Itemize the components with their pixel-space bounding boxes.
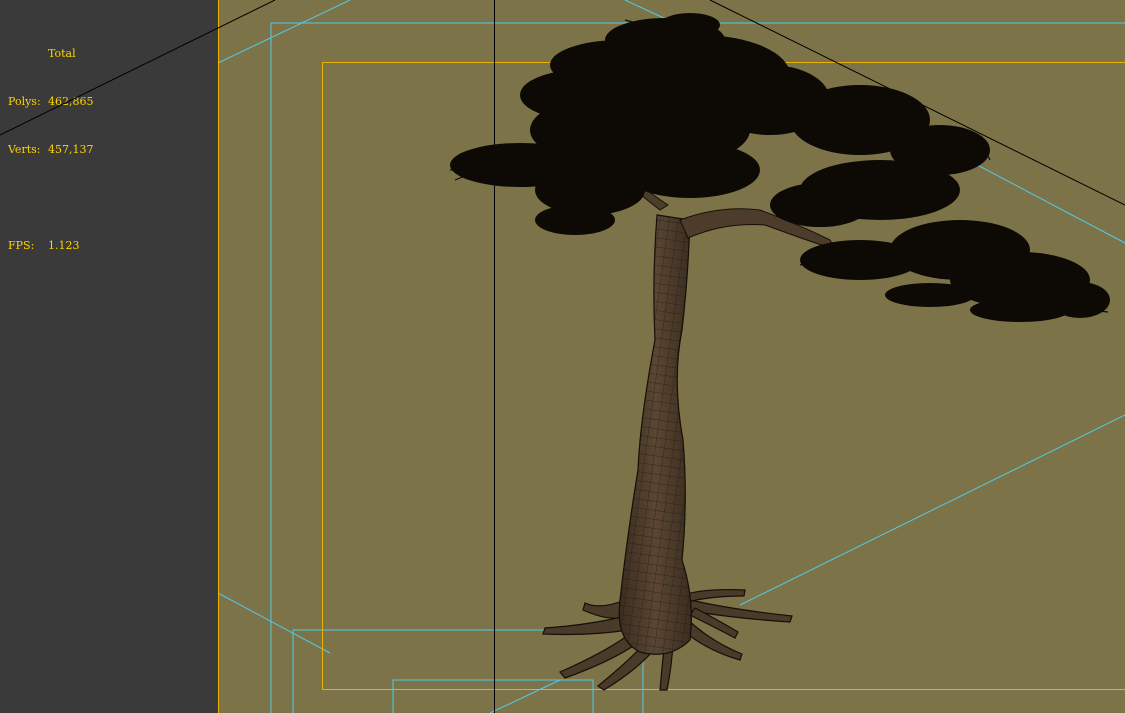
fps-label: FPS: [8,239,35,252]
fps-value: 1.123 [48,239,80,252]
verts-stat: Verts: 457,137 [8,142,94,158]
fps-stat: FPS: 1.123 [8,238,94,254]
verts-value: 457,137 [48,143,94,156]
stats-spacer [8,190,94,206]
3d-viewport[interactable] [218,0,1125,713]
polys-label: Polys: [8,95,41,108]
polys-value: 462,865 [48,95,94,108]
polys-stat: Polys: 462,865 [8,94,94,110]
side-panel: Total Polys: 462,865 Verts: 457,137 FPS: 1.… [0,0,218,713]
stats-header: Total [48,47,76,60]
verts-label: Verts: [8,143,41,156]
viewport-statistics: Total Polys: 462,865 Verts: 457,137 FPS: 1.… [8,14,94,286]
